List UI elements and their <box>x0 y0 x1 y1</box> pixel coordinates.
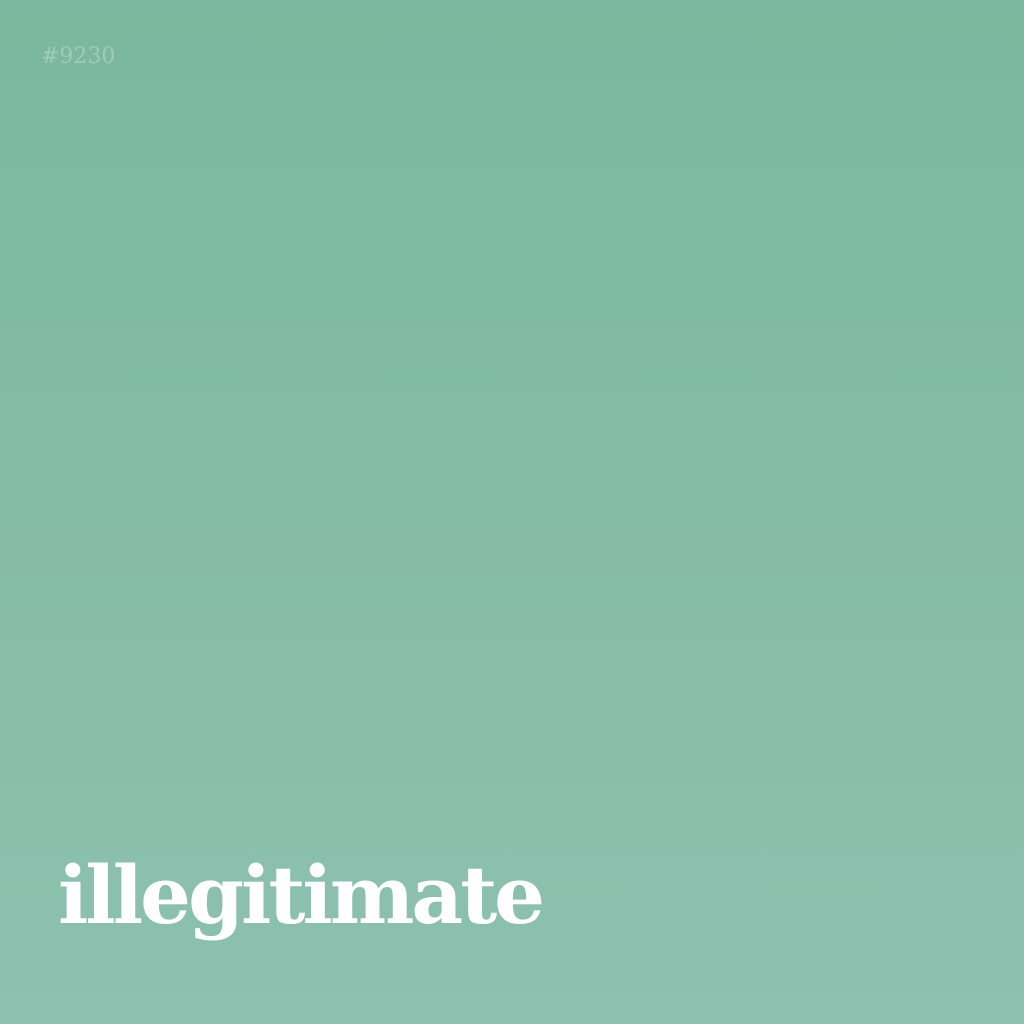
word-card: #9230 illegitimate <box>0 0 1024 1024</box>
card-id-label: #9230 <box>41 44 116 69</box>
word-title: illegitimate <box>58 848 545 942</box>
